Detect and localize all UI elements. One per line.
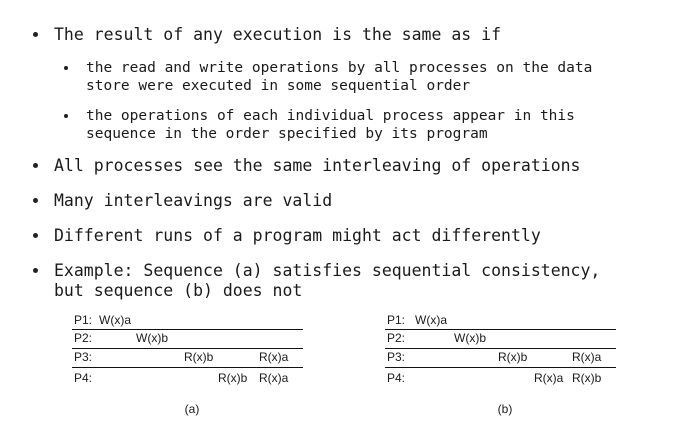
- row-divider: [72, 329, 303, 330]
- row-divider: [72, 367, 303, 368]
- bullet-dot: [33, 32, 38, 37]
- bullet-dot: [33, 233, 38, 238]
- bullet-dot: [33, 163, 38, 168]
- bullet-5-line-1: Example: Sequence (a) satisfies sequenti…: [54, 261, 601, 280]
- caption-a: (a): [184, 402, 200, 416]
- row-divider: [72, 348, 303, 349]
- sub-bullet-dot: [64, 114, 68, 118]
- bullet-1: The result of any execution is the same …: [54, 25, 502, 44]
- slide: The result of any execution is the same …: [0, 0, 694, 424]
- process-label-p3: P3:: [387, 350, 406, 364]
- operation: R(x)a: [534, 371, 564, 385]
- operation: R(x)a: [259, 371, 289, 385]
- operation: R(x)b: [498, 350, 528, 364]
- sequence-b-diagram: P1: W(x)a P2: W(x)b P3: R(x)b R(x)a P4: …: [385, 313, 625, 416]
- row-divider: [385, 367, 616, 368]
- bullet-2: All processes see the same interleaving …: [54, 156, 581, 175]
- row-divider: [385, 348, 616, 349]
- sub-bullet-2-line-2: sequence in the order specified by its p…: [86, 126, 488, 142]
- operation: R(x)a: [259, 350, 289, 364]
- operation: W(x)a: [99, 313, 131, 327]
- bullet-dot: [33, 268, 38, 273]
- sequence-a-diagram: P1: W(x)a P2: W(x)b P3: R(x)b R(x)a P4: …: [72, 313, 312, 416]
- sub-bullet-1-line-2: store were executed in some sequential o…: [86, 78, 471, 94]
- process-label-p3: P3:: [74, 350, 93, 364]
- operation: W(x)a: [415, 313, 447, 327]
- row-divider: [385, 329, 616, 330]
- sub-bullet-dot: [64, 66, 68, 70]
- bullet-3: Many interleavings are valid: [54, 191, 333, 210]
- operation: R(x)a: [572, 350, 602, 364]
- caption-b: (b): [497, 402, 513, 416]
- operation: R(x)b: [572, 371, 602, 385]
- sub-bullet-1-line-1: the read and write operations by all pro…: [86, 60, 593, 76]
- process-label-p2: P2:: [74, 331, 93, 345]
- process-label-p4: P4:: [387, 371, 406, 385]
- sub-bullet-2-line-1: the operations of each individual proces…: [86, 108, 575, 124]
- process-label-p1: P1:: [74, 313, 93, 327]
- process-label-p4: P4:: [74, 371, 93, 385]
- bullet-5-line-2: but sequence (b) does not: [54, 281, 303, 300]
- operation: R(x)b: [218, 371, 248, 385]
- bullet-dot: [33, 198, 38, 203]
- process-label-p1: P1:: [387, 313, 406, 327]
- process-label-p2: P2:: [387, 331, 406, 345]
- operation: R(x)b: [184, 350, 214, 364]
- operation: W(x)b: [454, 331, 486, 345]
- bullet-4: Different runs of a program might act di…: [54, 226, 541, 245]
- operation: W(x)b: [136, 331, 168, 345]
